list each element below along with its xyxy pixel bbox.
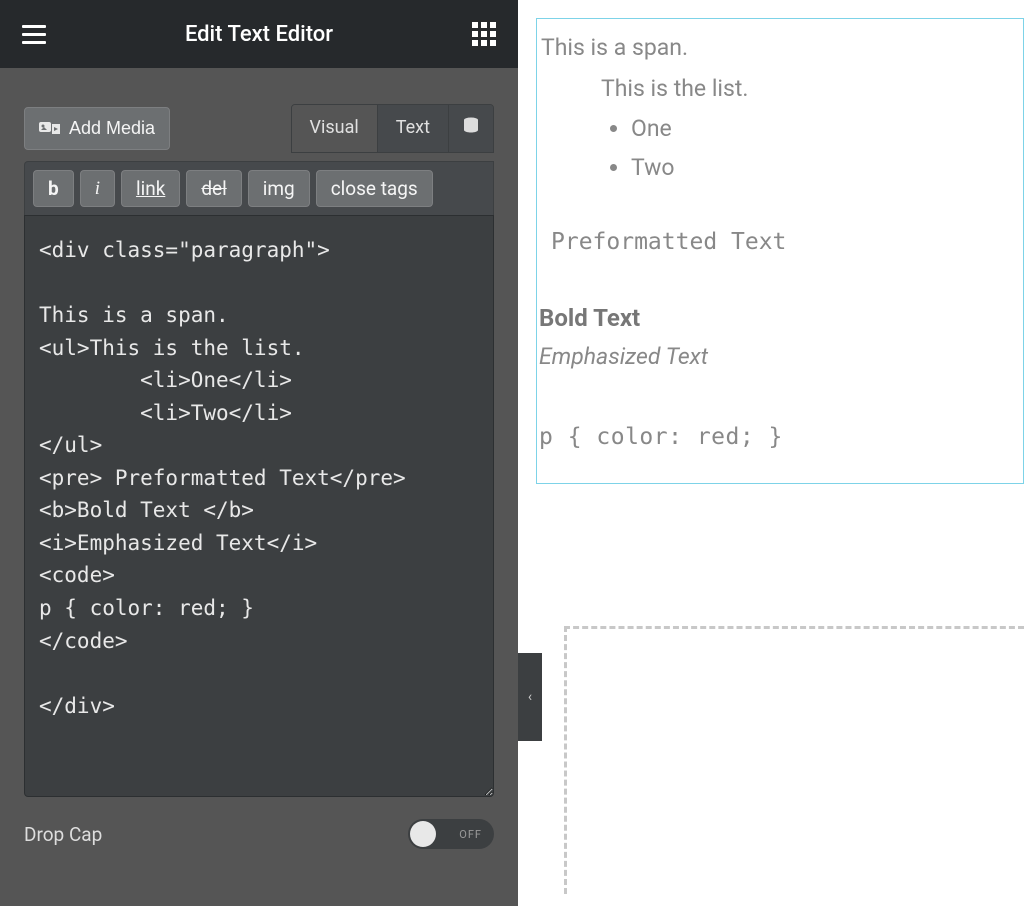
- preview-box[interactable]: This is a span. This is the list. One Tw…: [536, 18, 1024, 484]
- tab-templates[interactable]: [449, 105, 493, 152]
- format-close-tags-button[interactable]: close tags: [316, 170, 433, 207]
- tab-visual[interactable]: Visual: [292, 105, 378, 152]
- preview-span-text: This is a span.: [537, 31, 1023, 66]
- preview-code: p { color: red; }: [537, 420, 1023, 455]
- database-icon: [463, 117, 479, 135]
- toggle-knob: [410, 821, 436, 847]
- preview-list: One Two: [537, 112, 1023, 185]
- media-icon: [39, 120, 61, 138]
- toggle-off-label: OFF: [459, 828, 482, 841]
- code-editor[interactable]: <div class="paragraph"> This is a span. …: [24, 215, 494, 797]
- editor-tabs: Visual Text: [291, 104, 494, 153]
- apps-icon[interactable]: [472, 22, 496, 46]
- preview-emphasized: Emphasized Text: [537, 340, 1023, 375]
- preview-bold: Bold Text: [537, 300, 1023, 336]
- format-del-button[interactable]: del: [186, 170, 241, 207]
- panel-title: Edit Text Editor: [185, 22, 333, 47]
- drop-zone[interactable]: [564, 626, 1024, 894]
- editor-top-row: Add Media Visual Text: [24, 104, 494, 153]
- menu-icon[interactable]: [22, 25, 46, 44]
- preview-area: This is a span. This is the list. One Tw…: [518, 0, 1024, 906]
- editor-body: Add Media Visual Text b i link del: [0, 68, 518, 906]
- add-media-button[interactable]: Add Media: [24, 107, 170, 150]
- list-item: One: [631, 112, 1023, 147]
- editor-header: Edit Text Editor: [0, 0, 518, 68]
- format-italic-button[interactable]: i: [80, 170, 115, 207]
- drop-cap-label: Drop Cap: [24, 823, 102, 846]
- drop-cap-toggle[interactable]: OFF: [408, 819, 494, 849]
- chevron-left-icon: ‹: [528, 689, 532, 705]
- drop-cap-setting: Drop Cap OFF: [24, 797, 494, 871]
- format-bold-button[interactable]: b: [33, 170, 74, 207]
- collapse-panel-button[interactable]: ‹: [518, 653, 542, 741]
- format-toolbar: b i link del img close tags: [24, 161, 494, 215]
- add-media-label: Add Media: [69, 118, 155, 139]
- tab-text[interactable]: Text: [378, 105, 449, 152]
- list-item: Two: [631, 151, 1023, 186]
- editor-panel: Edit Text Editor Add Media Visual: [0, 0, 518, 906]
- preview-list-intro: This is the list.: [537, 72, 1023, 107]
- preview-preformatted: Preformatted Text: [537, 225, 1023, 260]
- format-img-button[interactable]: img: [248, 170, 310, 207]
- format-link-button[interactable]: link: [121, 170, 180, 207]
